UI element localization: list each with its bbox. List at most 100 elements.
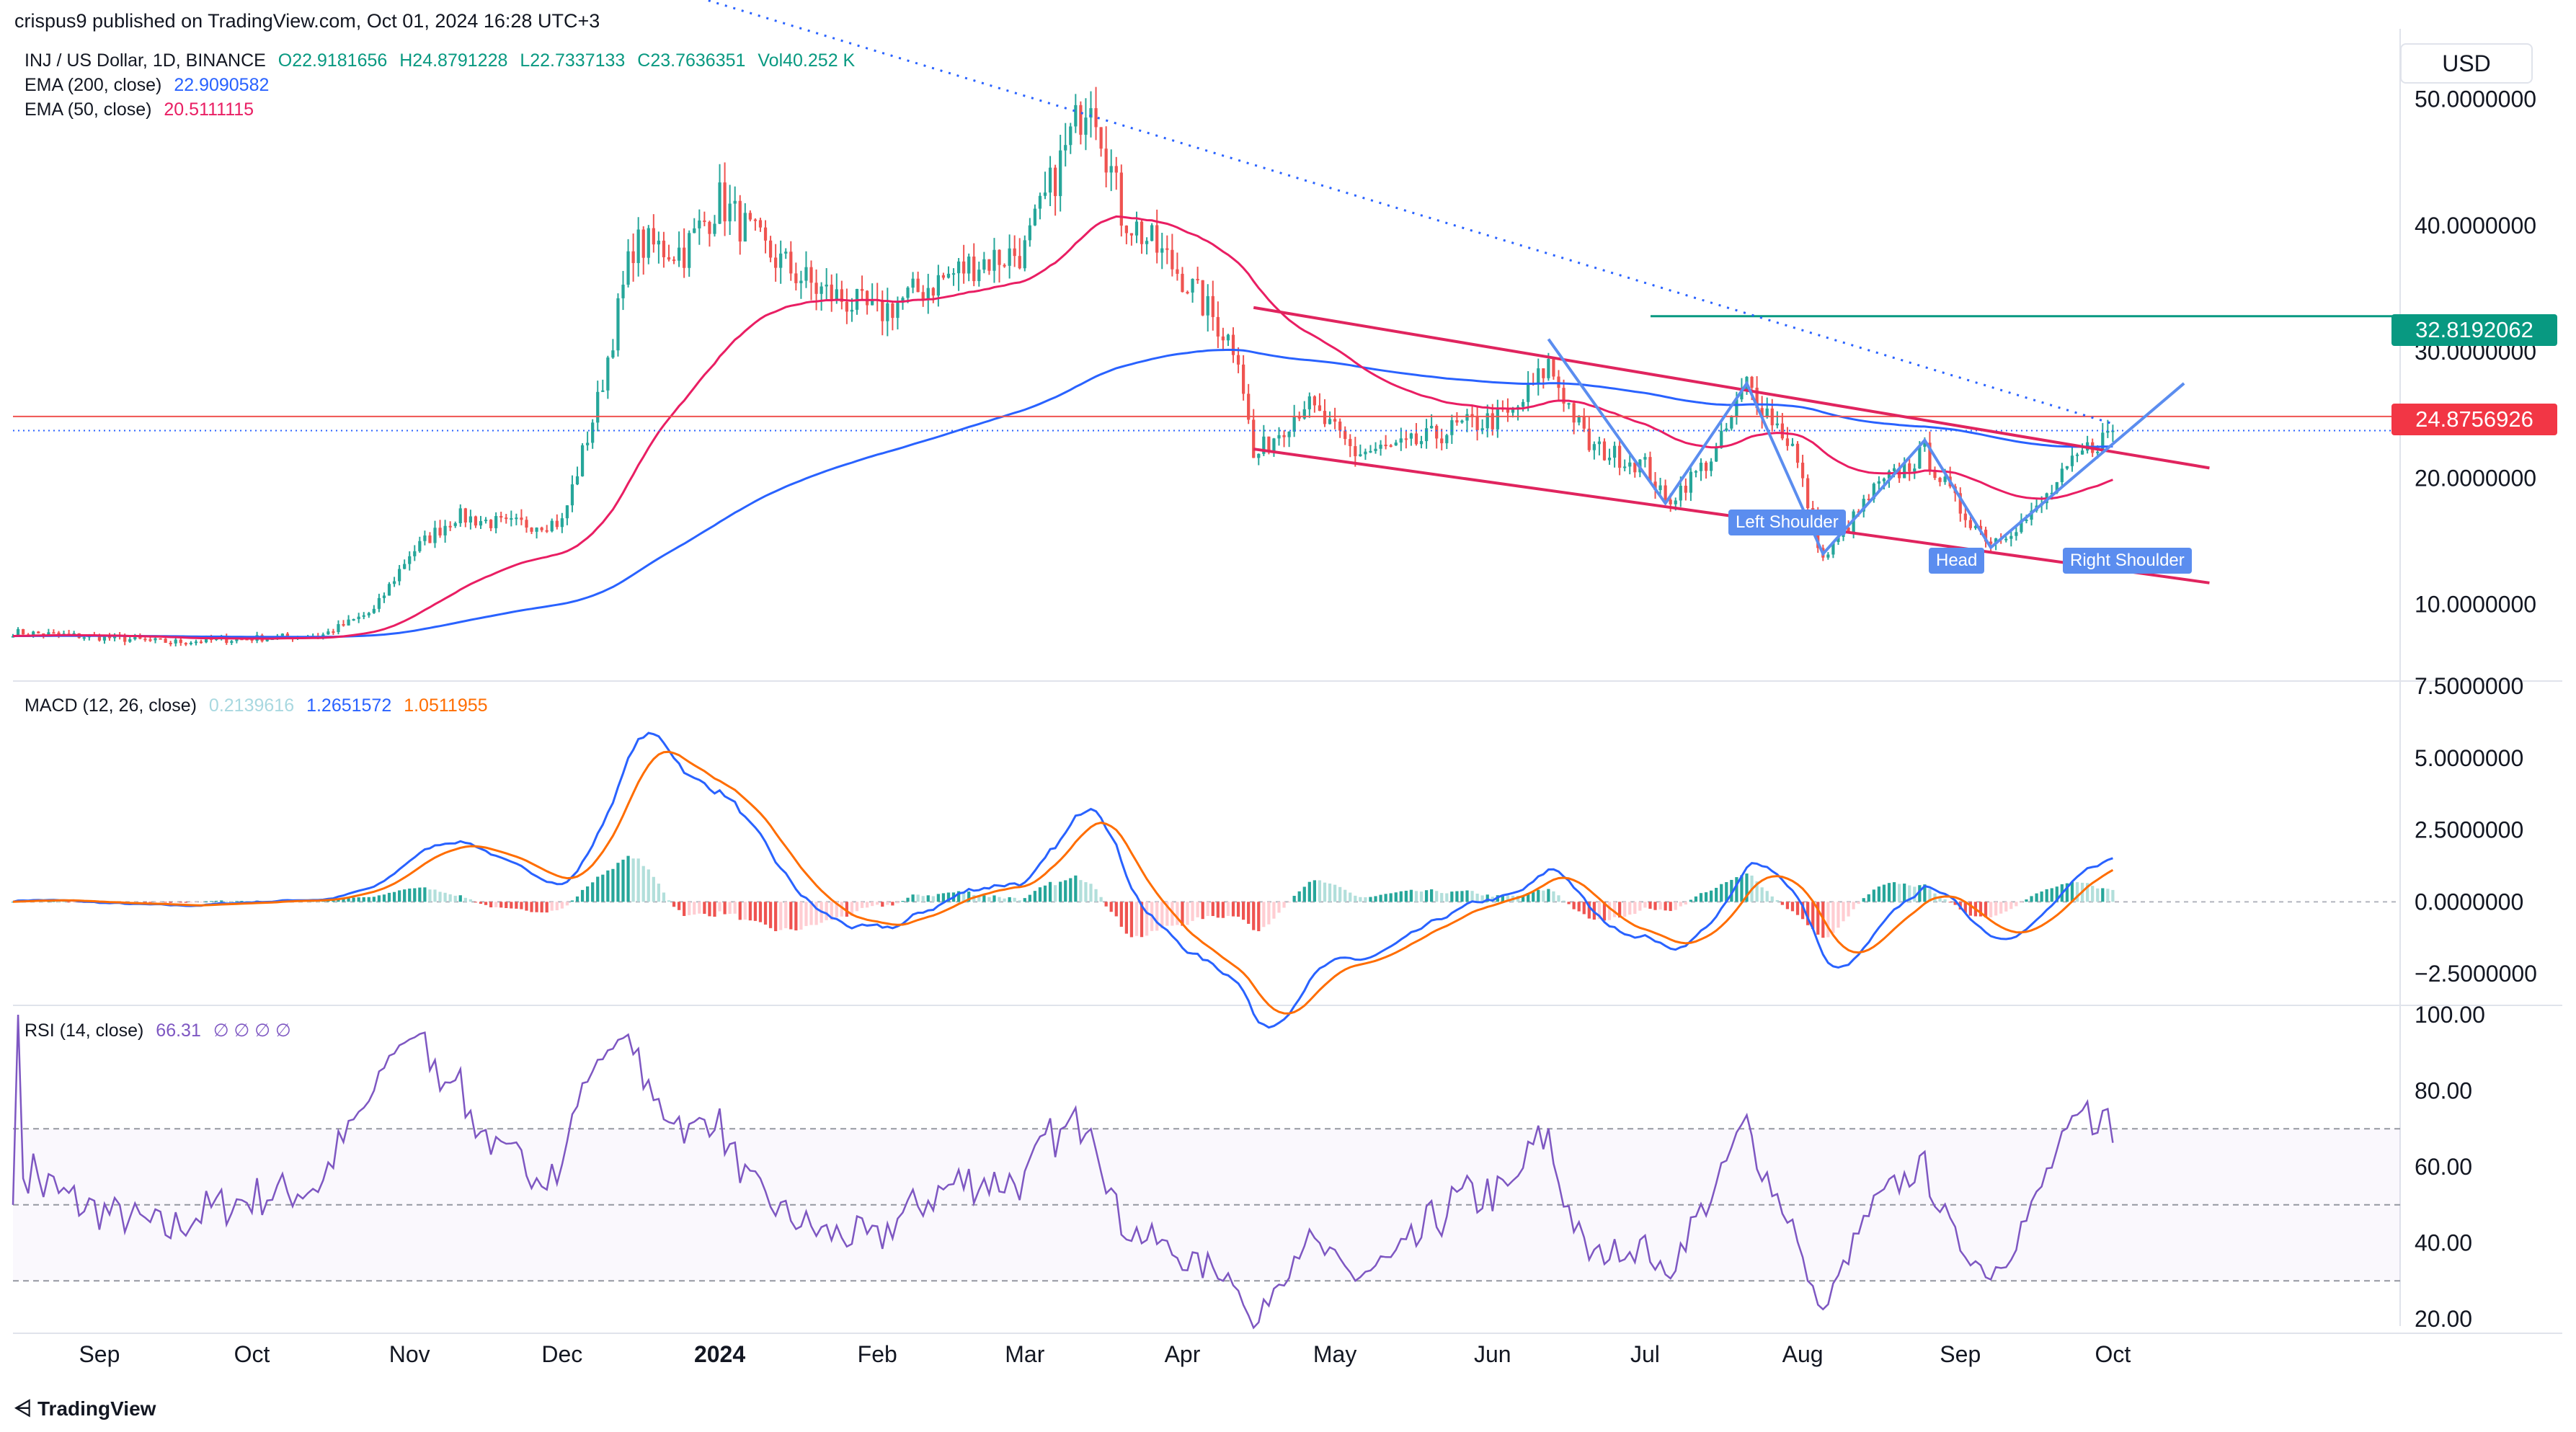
candle-body [1592, 444, 1596, 450]
ema50-label: EMA (50, close) [25, 99, 152, 120]
volume-value: Vol40.252 K [758, 50, 856, 71]
macd-histogram-bar [2009, 902, 2013, 910]
candle-body [1109, 166, 1113, 173]
candle-body [520, 517, 523, 520]
candle-body [1252, 419, 1256, 458]
macd-histogram-bar [1419, 891, 1424, 902]
candle-body [1414, 433, 1418, 445]
chart-stage[interactable]: Sep Oct Nov Dec 2024 Feb Mar Apr May Jun Jul Aug Sep… [0, 0, 2576, 1428]
candle-body [1643, 457, 1647, 460]
currency-button[interactable]: USD [2400, 43, 2533, 84]
macd-histogram-bar [713, 902, 716, 917]
macd-histogram-bar [1354, 895, 1357, 902]
macd-histogram-bar [1450, 891, 1454, 902]
x-tick-label: Sep [1940, 1341, 1981, 1367]
macd-histogram-bar [1094, 889, 1098, 902]
left-shoulder-label: Left Shoulder [1728, 510, 1846, 535]
candle-body [230, 641, 234, 644]
candle-body [1038, 195, 1042, 209]
candle-body [1623, 466, 1627, 468]
macd-histogram-bar [220, 900, 223, 902]
candle-body [337, 624, 340, 632]
candle-body [768, 240, 773, 258]
macd-histogram-bar [1653, 902, 1657, 910]
candle-body [1221, 336, 1225, 341]
candle-body [606, 357, 610, 391]
macd-histogram-bar [1038, 887, 1042, 902]
candle-body [1496, 408, 1499, 430]
candle-body [1379, 445, 1382, 449]
candle-body [601, 390, 605, 392]
candle-body [804, 267, 808, 281]
ema50-value: 20.5111115 [164, 99, 254, 120]
candle-body [1709, 461, 1713, 471]
macd-histogram-bar [1262, 902, 1266, 928]
candle-body [1374, 448, 1377, 451]
target-price-tag: 32.8192062 [2391, 314, 2557, 346]
candle-body [1338, 421, 1342, 431]
candle-body [1008, 248, 1011, 266]
candle-body [1699, 463, 1703, 471]
macd-histogram-bar [1989, 902, 1993, 917]
candle-body [1552, 359, 1555, 377]
macd-histogram-bar [484, 902, 488, 905]
candle-body [575, 476, 579, 485]
macd-histogram-bar [855, 902, 859, 912]
macd-histogram-bar [1394, 892, 1398, 902]
macd-histogram-bar [1089, 884, 1093, 902]
candle-body [1140, 221, 1144, 244]
macd-histogram-bar [463, 897, 467, 902]
macd-histogram-bar [1669, 902, 1672, 912]
macd-histogram-bar [733, 902, 737, 914]
macd-histogram-bar [916, 894, 920, 902]
candle-body [1582, 416, 1586, 429]
macd-legend[interactable]: MACD (12, 26, close) 0.2139616 1.2651572… [25, 695, 495, 716]
candle-body [1013, 248, 1016, 257]
candle-body [1542, 368, 1545, 378]
candle-body [367, 613, 370, 615]
macd-histogram-bar [1338, 886, 1342, 902]
macd-histogram-bar [1785, 902, 1790, 910]
candle-body [982, 259, 986, 270]
macd-histogram-bar [209, 901, 213, 902]
candle-body [1450, 420, 1454, 435]
candle-body [494, 516, 498, 528]
candle-body [1384, 445, 1387, 447]
macd-histogram-bar [1715, 887, 1718, 902]
candle-body [1226, 334, 1230, 341]
macd-histogram-bar [1054, 885, 1057, 902]
candle-body [433, 528, 437, 543]
rsi-legend[interactable]: RSI (14, close) 66.31 ∅ ∅ ∅ ∅ [25, 1020, 298, 1041]
macd-histogram-bar [998, 897, 1001, 902]
macd-histogram-bar [768, 902, 773, 928]
candle-body [1780, 423, 1784, 439]
macd-histogram-bar [2111, 889, 2115, 902]
macd-histogram-bar [621, 859, 625, 902]
candle-body [1216, 316, 1220, 337]
candle-body [164, 639, 167, 643]
candle-body [951, 273, 956, 275]
macd-histogram-bar [886, 902, 889, 905]
macd-histogram-bar [703, 902, 706, 914]
macd-histogram-bar [458, 895, 462, 902]
current-price-tag: 24.8756926 [2391, 404, 2557, 435]
candle-body [1725, 428, 1728, 431]
ema200-legend[interactable]: EMA (200, close) 22.9090582 [25, 75, 276, 96]
candle-body [1104, 148, 1108, 173]
main-legend: INJ / US Dollar, 1D, BINANCE O22.9181656… [25, 50, 862, 71]
candle-body [1938, 478, 1942, 482]
candle-body [515, 517, 518, 520]
macd-histogram-bar [1760, 887, 1764, 902]
candle-body [143, 639, 147, 641]
candle-body [1064, 145, 1067, 151]
ema50-legend[interactable]: EMA (50, close) 20.5111115 [25, 99, 261, 120]
candle-body [596, 391, 600, 423]
tradingview-footer[interactable]: ⩤ TradingView [14, 1397, 156, 1421]
candle-body [123, 636, 127, 642]
candle-body [1485, 413, 1489, 429]
macd-histogram-bar [2035, 893, 2038, 902]
candle-body [362, 615, 365, 617]
candle-body [977, 270, 981, 282]
macd-histogram-bar [1577, 902, 1581, 912]
macd-tick-label: 2.5000000 [2415, 817, 2523, 843]
